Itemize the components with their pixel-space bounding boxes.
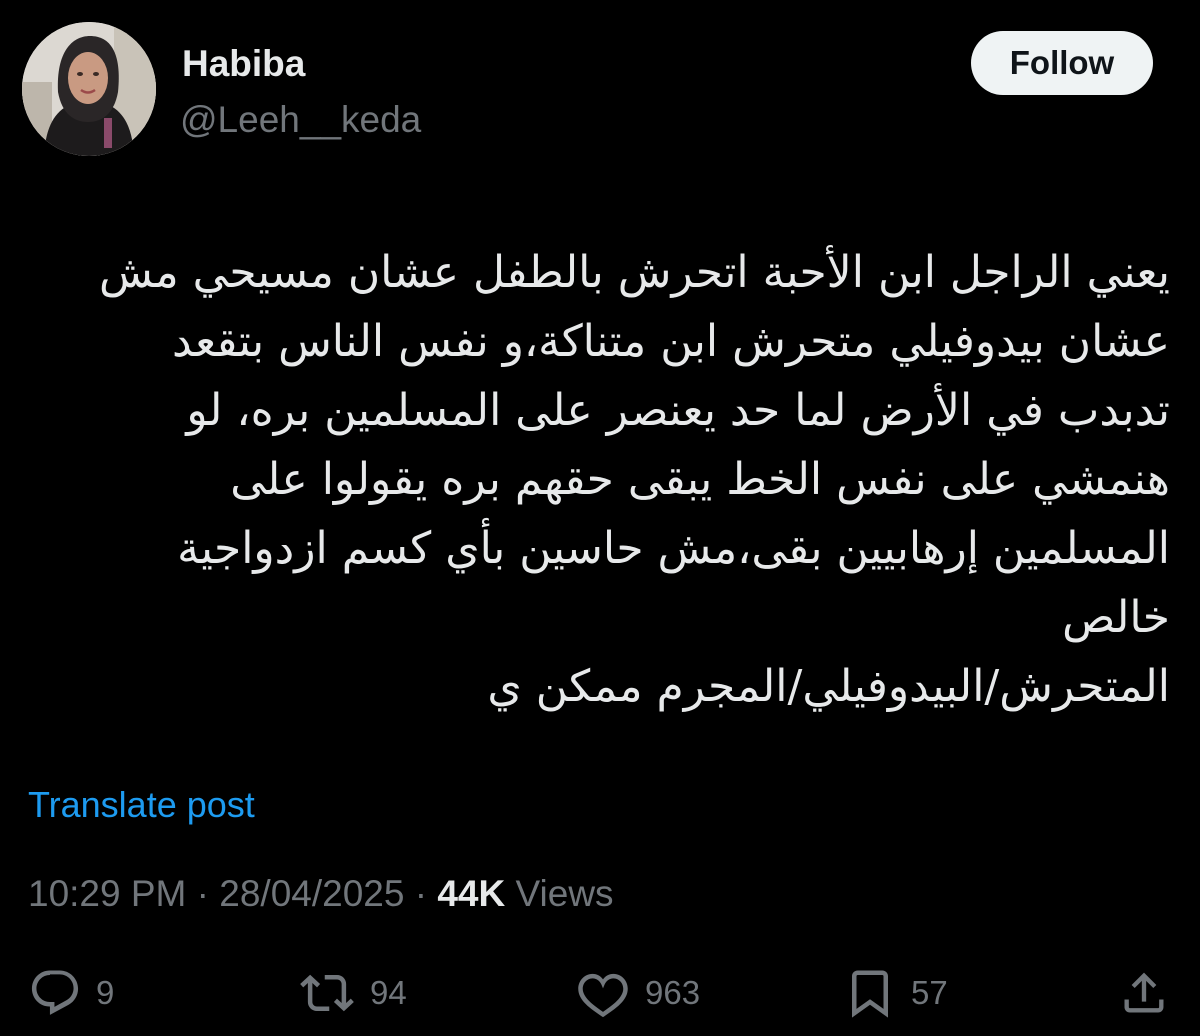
post-meta: 10:29 PM · 28/04/2025 · 44K Views — [28, 870, 614, 918]
follow-button[interactable]: Follow — [971, 31, 1153, 95]
like-count: 963 — [645, 974, 701, 1011]
meta-separator: · — [414, 873, 428, 914]
reply-count: 9 — [96, 974, 115, 1011]
repost-count: 94 — [370, 974, 407, 1011]
post: Habiba @Leeh__keda Follow يعني الراجل اب… — [0, 0, 1200, 1036]
user-handle[interactable]: @Leeh__keda — [180, 98, 421, 142]
post-date[interactable]: 28/04/2025 — [219, 873, 404, 914]
repost-button[interactable]: 94 — [298, 960, 407, 1026]
post-text-line: المسلمين إرهابيين بقى،مش حاسين بأي كسم ا… — [177, 523, 1170, 574]
action-bar: 9 94 963 57 — [0, 960, 1200, 1026]
bookmark-button[interactable]: 57 — [843, 960, 948, 1026]
post-text-line: هنمشي على نفس الخط يبقى حقهم بره يقولوا … — [230, 454, 1170, 505]
post-text-line: عشان بيدوفيلي متحرش ابن متناكة،و نفس الن… — [172, 316, 1170, 367]
meta-separator: · — [196, 873, 209, 914]
repost-icon — [300, 974, 354, 1012]
reply-icon — [31, 970, 79, 1015]
bookmark-icon — [852, 970, 888, 1018]
like-button[interactable]: 963 — [575, 960, 700, 1026]
heart-icon — [578, 973, 628, 1018]
post-text-line: المتحرش/البيدوفيلي/المجرم ممكن ي — [487, 661, 1170, 712]
post-text: يعني الراجل ابن الأحبة اتحرش بالطفل عشان… — [20, 238, 1170, 721]
avatar[interactable] — [22, 22, 156, 156]
views-count: 44K — [437, 873, 506, 914]
avatar-image — [22, 22, 156, 156]
post-text-line: خالص — [1062, 592, 1170, 643]
post-text-line: يعني الراجل ابن الأحبة اتحرش بالطفل عشان… — [99, 247, 1170, 298]
reply-button[interactable]: 9 — [28, 960, 114, 1026]
bookmark-count: 57 — [911, 974, 948, 1011]
post-text-line: تدبدب في الأرض لما حد يعنصر على المسلمين… — [186, 385, 1170, 436]
translate-post-link[interactable]: Translate post — [28, 783, 255, 827]
post-time[interactable]: 10:29 PM — [28, 873, 186, 914]
display-name[interactable]: Habiba — [182, 42, 305, 86]
share-icon — [1124, 972, 1164, 1013]
share-button[interactable] — [1118, 960, 1170, 1026]
views-label: Views — [515, 873, 614, 914]
